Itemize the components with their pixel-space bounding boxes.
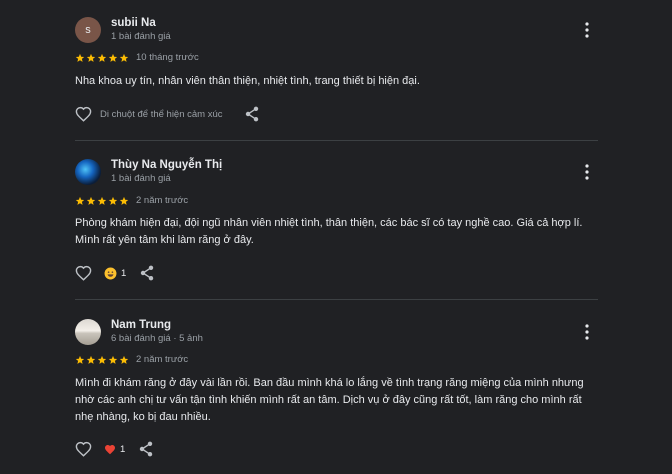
more-options-icon[interactable] [580,21,594,39]
reaction-hint: Di chuột để thể hiện cảm xúc [100,108,223,120]
more-options-icon[interactable] [580,163,594,181]
star-icon [97,53,107,62]
star-rating [75,355,129,365]
reaction-count: 1 [121,267,127,279]
reviewer-name[interactable]: subii Na [111,17,156,29]
star-icon [86,53,96,62]
review-actions: 1 [75,263,154,283]
avatar[interactable] [75,319,101,345]
reviewer-name[interactable]: Nam Trung [111,319,171,331]
star-icon [75,196,85,205]
review-card: Nam Trung 6 bài đánh giá · 5 ảnh 2 năm t… [0,300,672,474]
review-time: 2 năm trước [136,354,189,365]
review-card: Thùy Na Nguyễn Thị 1 bài đánh giá 2 năm … [0,141,672,299]
reaction-summary[interactable]: 1 [104,267,126,280]
review-actions: Di chuột để thể hiện cảm xúc [75,104,259,124]
review-text: Phòng khám hiện đại, đội ngũ nhân viên n… [75,217,583,246]
grinning-emoji-icon [104,267,117,279]
star-icon [119,53,129,62]
star-rating [75,53,129,63]
review-time: 2 năm trước [136,195,189,206]
star-icon [108,355,118,364]
review-actions: 1 [75,439,153,459]
star-icon [119,196,129,205]
share-icon[interactable] [140,265,154,281]
star-icon [75,355,85,364]
reviewer-meta: 1 bài đánh giá [111,31,171,42]
star-icon [119,355,129,364]
review-card: s subii Na 1 bài đánh giá 10 tháng trước… [0,0,672,140]
star-icon [97,355,107,364]
star-icon [86,196,96,205]
star-icon [108,196,118,205]
star-icon [97,196,107,205]
star-rating [75,196,129,206]
reaction-summary[interactable]: 1 [104,444,125,455]
review-text: Nha khoa uy tín, nhân viên thân thiện, n… [75,75,420,87]
reaction-count: 1 [120,443,126,455]
reviewer-name[interactable]: Thùy Na Nguyễn Thị [111,159,222,171]
like-heart-icon[interactable] [75,106,92,122]
reviewer-meta: 6 bài đánh giá · 5 ảnh [111,333,203,344]
share-icon[interactable] [245,106,259,122]
avatar[interactable]: s [75,17,101,43]
star-icon [108,53,118,62]
like-heart-icon[interactable] [75,265,92,281]
share-icon[interactable] [139,441,153,457]
star-icon [75,53,85,62]
review-time: 10 tháng trước [136,52,199,63]
avatar[interactable] [75,159,101,185]
red-heart-icon [105,444,115,454]
reviewer-meta: 1 bài đánh giá [111,173,171,184]
review-text: Mình đi khám răng ở đây vài lần rồi. Ban… [75,377,584,423]
avatar-initial: s [85,24,91,36]
more-options-icon[interactable] [580,323,594,341]
like-heart-icon[interactable] [75,441,92,457]
star-icon [86,355,96,364]
